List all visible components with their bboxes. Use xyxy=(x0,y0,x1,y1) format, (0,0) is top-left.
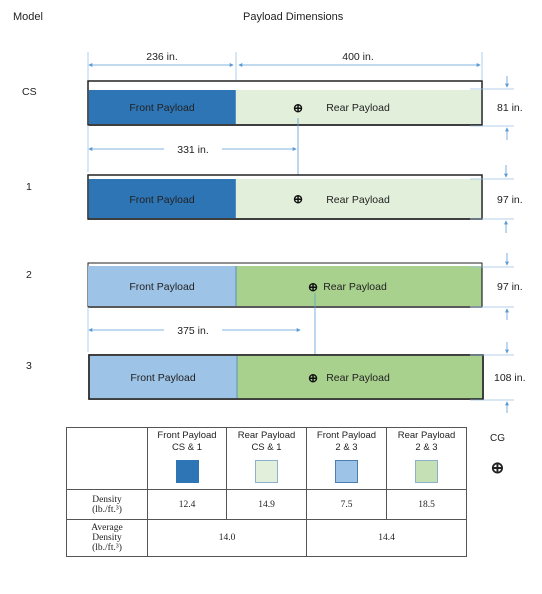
height-label-1: 97 in. xyxy=(497,194,523,206)
swatch-front-23 xyxy=(335,460,358,483)
model-label-3: 3 xyxy=(26,360,32,372)
model-label-cs: CS xyxy=(22,86,37,98)
density-table: Front Payload CS & 1 Rear Payload CS & 1… xyxy=(66,427,467,557)
payload-diagram: 236 in. 400 in. CS 1 2 3 Front Payload R… xyxy=(22,51,526,413)
average-density-value-cs1: 14.0 xyxy=(147,519,307,557)
cg-marker-icon: ⊕ xyxy=(293,192,303,206)
model-2-payload: Front Payload Rear Payload ⊕ xyxy=(87,262,483,308)
model-label-2: 2 xyxy=(26,269,32,281)
swatch-front-cs1 xyxy=(175,460,199,483)
cg-marker-icon: ⊕ xyxy=(308,280,318,294)
height-label-cs: 81 in. xyxy=(497,102,523,114)
front-payload-label: Front Payload xyxy=(129,281,195,293)
swatch-rear-23 xyxy=(415,460,438,483)
front-payload-label: Front Payload xyxy=(129,102,195,114)
rear-length-label: 400 in. xyxy=(342,51,374,63)
rear-payload-label: Rear Payload xyxy=(326,102,390,114)
cg-legend-icon: ⊕ xyxy=(490,460,505,477)
cg-distance-cs1-label: 331 in. xyxy=(177,144,209,156)
rear-payload-label: Rear Payload xyxy=(323,281,387,293)
cg-legend-label: CG xyxy=(490,433,505,444)
model-label-1: 1 xyxy=(26,181,32,193)
column-header-front-23: Front Payload 2 & 3 xyxy=(306,427,387,490)
density-value: 14.9 xyxy=(226,489,307,520)
rear-payload-label: Rear Payload xyxy=(326,372,390,384)
cg-distance-23-label: 375 in. xyxy=(177,325,209,337)
density-row-label: Density (lb./ft.³) xyxy=(66,489,148,520)
model-cs-payload: Front Payload Rear Payload ⊕ xyxy=(87,80,483,126)
column-header-rear-cs1: Rear Payload CS & 1 xyxy=(226,427,307,490)
density-value: 12.4 xyxy=(147,489,227,520)
front-payload-label: Front Payload xyxy=(130,372,196,384)
height-label-3: 108 in. xyxy=(494,372,526,384)
height-label-2: 97 in. xyxy=(497,281,523,293)
swatch-rear-cs1 xyxy=(255,460,278,483)
model-3-payload: Front Payload Rear Payload ⊕ xyxy=(88,354,484,400)
average-density-value-23: 14.4 xyxy=(306,519,467,557)
rear-payload-label: Rear Payload xyxy=(326,194,390,206)
cg-marker-icon: ⊕ xyxy=(293,101,303,115)
table-corner-cell xyxy=(66,427,148,490)
density-value: 18.5 xyxy=(386,489,467,520)
front-length-label: 236 in. xyxy=(146,51,178,63)
model-1-payload: Front Payload Rear Payload ⊕ xyxy=(87,174,483,220)
front-payload-label: Front Payload xyxy=(129,194,195,206)
cg-marker-icon: ⊕ xyxy=(308,371,318,385)
density-value: 7.5 xyxy=(306,489,387,520)
average-density-row-label: Average Density (lb./ft.³) xyxy=(66,519,148,557)
column-header-rear-23: Rear Payload 2 & 3 xyxy=(386,427,467,490)
column-header-front-cs1: Front Payload CS & 1 xyxy=(147,427,227,490)
cg-legend: CG ⊕ xyxy=(490,433,505,478)
